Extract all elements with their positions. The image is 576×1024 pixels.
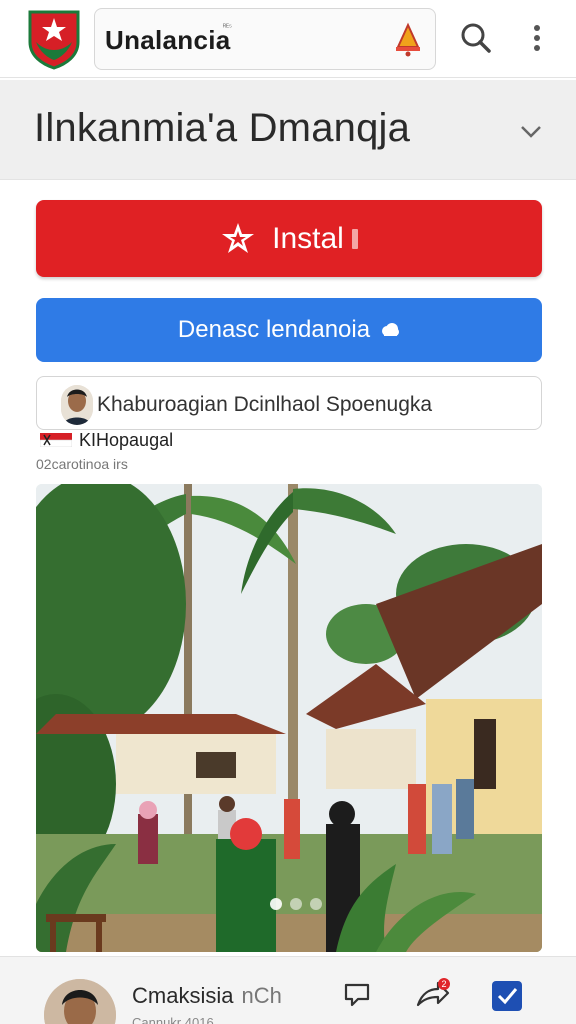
post-date: 02carotinoa irs (36, 456, 128, 472)
chevron-down-icon[interactable] (516, 116, 546, 146)
bottom-avatar[interactable] (44, 979, 116, 1024)
install-label: Instal (272, 221, 344, 255)
gallery-dot-3[interactable] (310, 898, 322, 910)
site-logo[interactable] (26, 8, 82, 70)
user-row-text: Khaburoagian Dcinlhaol Spoenugka (97, 393, 433, 416)
text-cursor (351, 228, 358, 249)
page-header: Ilnkanmia'a Dmanqja (0, 80, 576, 180)
more-options-icon[interactable] (522, 20, 552, 56)
bell-icon[interactable] (390, 21, 426, 57)
bottom-sub-text: Cannukr 4016 (132, 1015, 214, 1024)
post-author-name: KIHopaugal (79, 430, 174, 450)
share-icon[interactable]: 2 (412, 977, 452, 1011)
post-photo[interactable] (36, 484, 542, 952)
site-tag: ᴿᴱ⁵ (223, 24, 232, 31)
flag-icon (40, 433, 72, 447)
checkbox-icon[interactable] (490, 979, 524, 1013)
user-row[interactable]: Khaburoagian Dcinlhaol Spoenugka (36, 376, 542, 430)
bottom-user-name-text: Cmaksisia (132, 983, 234, 1008)
bottom-user-tag: nCh (241, 983, 282, 1008)
download-button[interactable]: Denasc lendanoia (36, 298, 542, 362)
page-title: Ilnkanmia'a Dmanqja (34, 106, 411, 150)
site-title: Unalancia (105, 25, 231, 55)
gallery-dots[interactable] (270, 898, 322, 910)
install-button[interactable]: Instal (36, 200, 542, 277)
download-label: Denasc lendanoia (177, 316, 371, 343)
chat-icon[interactable] (340, 977, 374, 1011)
cloud-icon (382, 323, 400, 336)
search-icon[interactable] (458, 20, 494, 56)
star-icon (222, 222, 255, 253)
avatar[interactable] (61, 385, 93, 425)
gallery-dot-1[interactable] (270, 898, 282, 910)
gallery-dot-2[interactable] (290, 898, 302, 910)
bottom-user-name[interactable]: Cmaksisia nCh (132, 983, 282, 1009)
bottom-bar: Cmaksisia nCh Cannukr 4016 2 (0, 956, 576, 1024)
top-bar: Unalancia ᴿᴱ⁵ (0, 0, 576, 78)
notification-count: 2 (441, 979, 446, 989)
post-author[interactable]: KIHopaugal (40, 430, 173, 451)
site-title-box[interactable]: Unalancia ᴿᴱ⁵ (94, 8, 436, 70)
